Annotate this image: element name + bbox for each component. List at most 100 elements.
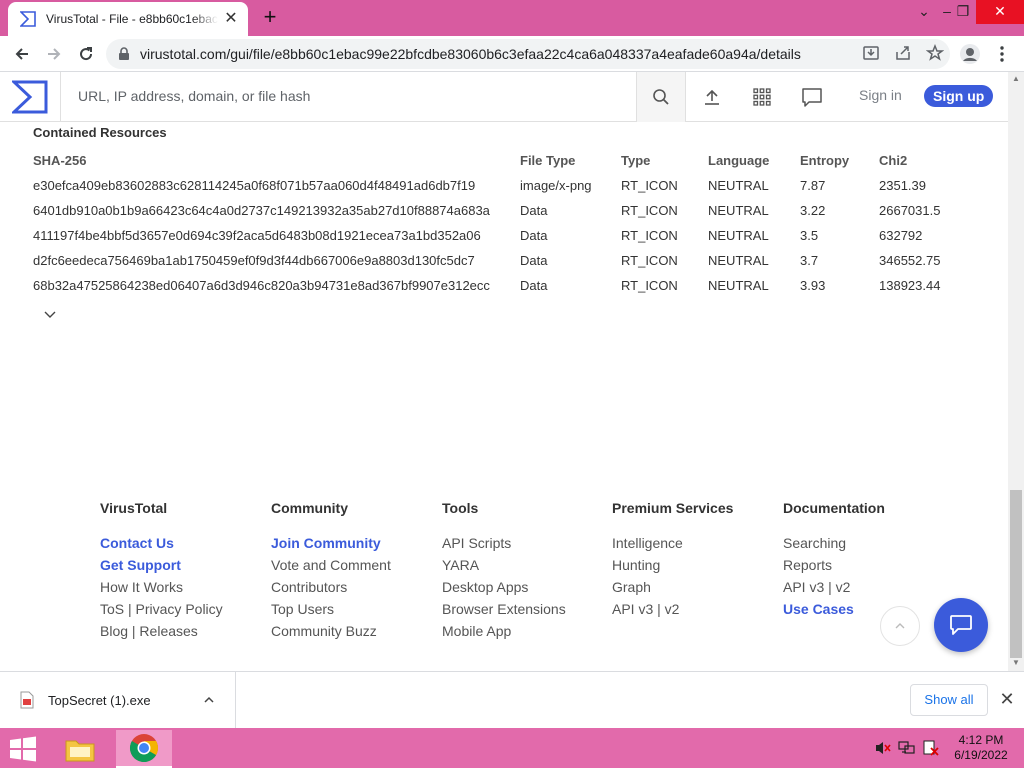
- vote-comment-link[interactable]: Vote and Comment: [271, 554, 391, 576]
- system-clock[interactable]: 4:12 PM 6/19/2022: [948, 733, 1014, 763]
- expand-chevron-icon[interactable]: [43, 307, 57, 321]
- chi2-cell: 2667031.5: [879, 203, 941, 218]
- hunting-link[interactable]: Hunting: [612, 554, 733, 576]
- download-item[interactable]: TopSecret (1).exe: [0, 672, 236, 728]
- browser-toolbar: virustotal.com/gui/file/e8bb60c1ebac99e2…: [0, 36, 1024, 72]
- chrome-taskbar-button[interactable]: [116, 730, 172, 768]
- maximize-button[interactable]: ❐: [946, 0, 980, 24]
- new-tab-button[interactable]: +: [258, 6, 282, 30]
- column-header: Language: [708, 153, 770, 168]
- chi2-cell: 2351.39: [879, 178, 926, 193]
- type-cell: RT_ICON: [621, 253, 678, 268]
- account-icon: [960, 44, 980, 64]
- how-it-works-link[interactable]: How It Works: [100, 576, 223, 598]
- intelligence-link[interactable]: Intelligence: [612, 532, 733, 554]
- api-scripts-link[interactable]: API Scripts: [442, 532, 566, 554]
- sha256-cell[interactable]: 411197f4be4bbf5d3657e0d694c39f2aca5d6483…: [33, 223, 520, 248]
- use-cases-link[interactable]: Use Cases: [783, 598, 885, 620]
- chi2-cell: 346552.75: [879, 253, 941, 268]
- footer-heading: Tools: [442, 500, 479, 516]
- forward-button[interactable]: [40, 40, 68, 68]
- network-icon[interactable]: [898, 740, 916, 756]
- show-all-button[interactable]: Show all: [910, 684, 988, 716]
- type-cell: RT_ICON: [621, 178, 678, 193]
- profile-avatar[interactable]: [956, 40, 984, 68]
- column-header: SHA-256: [33, 153, 87, 168]
- reload-button[interactable]: [72, 40, 100, 68]
- contributors-link[interactable]: Contributors: [271, 576, 391, 598]
- chrome-icon: [129, 734, 158, 763]
- browser-extensions-link[interactable]: Browser Extensions: [442, 598, 566, 620]
- table-header-row: SHA-256 File Type Type Language Entropy …: [33, 148, 969, 173]
- section-title: Contained Resources: [33, 125, 167, 140]
- browser-menu-button[interactable]: [988, 40, 1016, 68]
- sha256-cell[interactable]: 68b32a47525864238ed06407a6d3d946c820a3b9…: [33, 273, 520, 298]
- yara-link[interactable]: YARA: [442, 554, 566, 576]
- virustotal-logo-icon[interactable]: [12, 80, 48, 114]
- volume-muted-icon[interactable]: [874, 740, 892, 756]
- reload-icon: [80, 47, 93, 61]
- file-explorer-taskbar-button[interactable]: [58, 730, 102, 768]
- window-close-button[interactable]: ✕: [976, 0, 1024, 24]
- entropy-cell: 7.87: [800, 178, 826, 193]
- clock-date: 6/19/2022: [954, 748, 1008, 762]
- chat-icon: [950, 615, 972, 635]
- get-support-link[interactable]: Get Support: [100, 554, 223, 576]
- close-download-bar-icon[interactable]: ✕: [996, 688, 1018, 710]
- apps-grid-button[interactable]: [750, 85, 774, 109]
- table-row: 68b32a47525864238ed06407a6d3d946c820a3b9…: [33, 273, 969, 298]
- search-icon: [653, 89, 669, 105]
- search-input[interactable]: [78, 88, 618, 104]
- mobile-app-link[interactable]: Mobile App: [442, 620, 566, 642]
- page-scrollbar[interactable]: ▲ ▼: [1008, 72, 1024, 671]
- install-app-icon[interactable]: [862, 44, 880, 62]
- download-options-button[interactable]: [197, 696, 221, 704]
- language-cell: NEUTRAL: [708, 203, 769, 218]
- kebab-menu-icon: [1000, 46, 1004, 62]
- searching-link[interactable]: Searching: [783, 532, 885, 554]
- browser-tab[interactable]: VirusTotal - File - e8bb60c1ebac99e22bfc…: [8, 2, 248, 36]
- blog-releases-link[interactable]: Blog | Releases: [100, 620, 223, 642]
- download-file-name: TopSecret (1).exe: [48, 692, 151, 708]
- tos-privacy-link[interactable]: ToS | Privacy Policy: [100, 598, 223, 620]
- sha256-cell[interactable]: d2fc6eedeca756469ba1ab1750459ef0f9d3f44d…: [33, 248, 520, 273]
- back-to-top-button[interactable]: [880, 606, 920, 646]
- upload-button[interactable]: [700, 85, 724, 109]
- windows-start-icon[interactable]: [8, 736, 38, 762]
- desktop-apps-link[interactable]: Desktop Apps: [442, 576, 566, 598]
- sha256-cell[interactable]: 6401db910a0b1b9a66423c64c4a0d2737c149213…: [33, 198, 520, 223]
- tab-close-icon[interactable]: ✕: [222, 10, 240, 28]
- comments-button[interactable]: [800, 85, 824, 109]
- entropy-cell: 3.93: [800, 278, 826, 293]
- contact-us-link[interactable]: Contact Us: [100, 532, 223, 554]
- table-row: 411197f4be4bbf5d3657e0d694c39f2aca5d6483…: [33, 223, 969, 248]
- scroll-up-icon[interactable]: ▲: [1012, 74, 1020, 83]
- sha256-cell[interactable]: e30efca409eb83602883c628114245a0f68f071b…: [33, 173, 520, 198]
- join-community-link[interactable]: Join Community: [271, 532, 391, 554]
- community-buzz-link[interactable]: Community Buzz: [271, 620, 391, 642]
- reports-link[interactable]: Reports: [783, 554, 885, 576]
- language-cell: NEUTRAL: [708, 228, 769, 243]
- vt-header: Sign in Sign up: [0, 72, 1008, 122]
- back-button[interactable]: [8, 40, 36, 68]
- share-icon[interactable]: [894, 44, 912, 62]
- file-type-cell: Data: [520, 278, 548, 293]
- sign-in-link[interactable]: Sign in: [859, 87, 902, 103]
- premium-api-link[interactable]: API v3 | v2: [612, 598, 733, 620]
- back-arrow-icon: [15, 48, 28, 60]
- scrollbar-thumb[interactable]: [1010, 490, 1022, 658]
- chevron-up-icon: [204, 696, 214, 703]
- chi2-cell: 138923.44: [879, 278, 941, 293]
- docs-api-link[interactable]: API v3 | v2: [783, 576, 885, 598]
- entropy-cell: 3.5: [800, 228, 819, 243]
- bookmark-star-icon[interactable]: [926, 44, 944, 62]
- scroll-down-icon[interactable]: ▼: [1012, 658, 1020, 667]
- top-users-link[interactable]: Top Users: [271, 598, 391, 620]
- address-bar[interactable]: virustotal.com/gui/file/e8bb60c1ebac99e2…: [106, 39, 950, 69]
- sign-up-button[interactable]: Sign up: [924, 85, 994, 107]
- notification-error-icon[interactable]: [922, 740, 940, 756]
- graph-link[interactable]: Graph: [612, 576, 733, 598]
- file-type-cell: Data: [520, 228, 548, 243]
- chat-button[interactable]: [934, 598, 988, 652]
- search-button[interactable]: [636, 72, 686, 122]
